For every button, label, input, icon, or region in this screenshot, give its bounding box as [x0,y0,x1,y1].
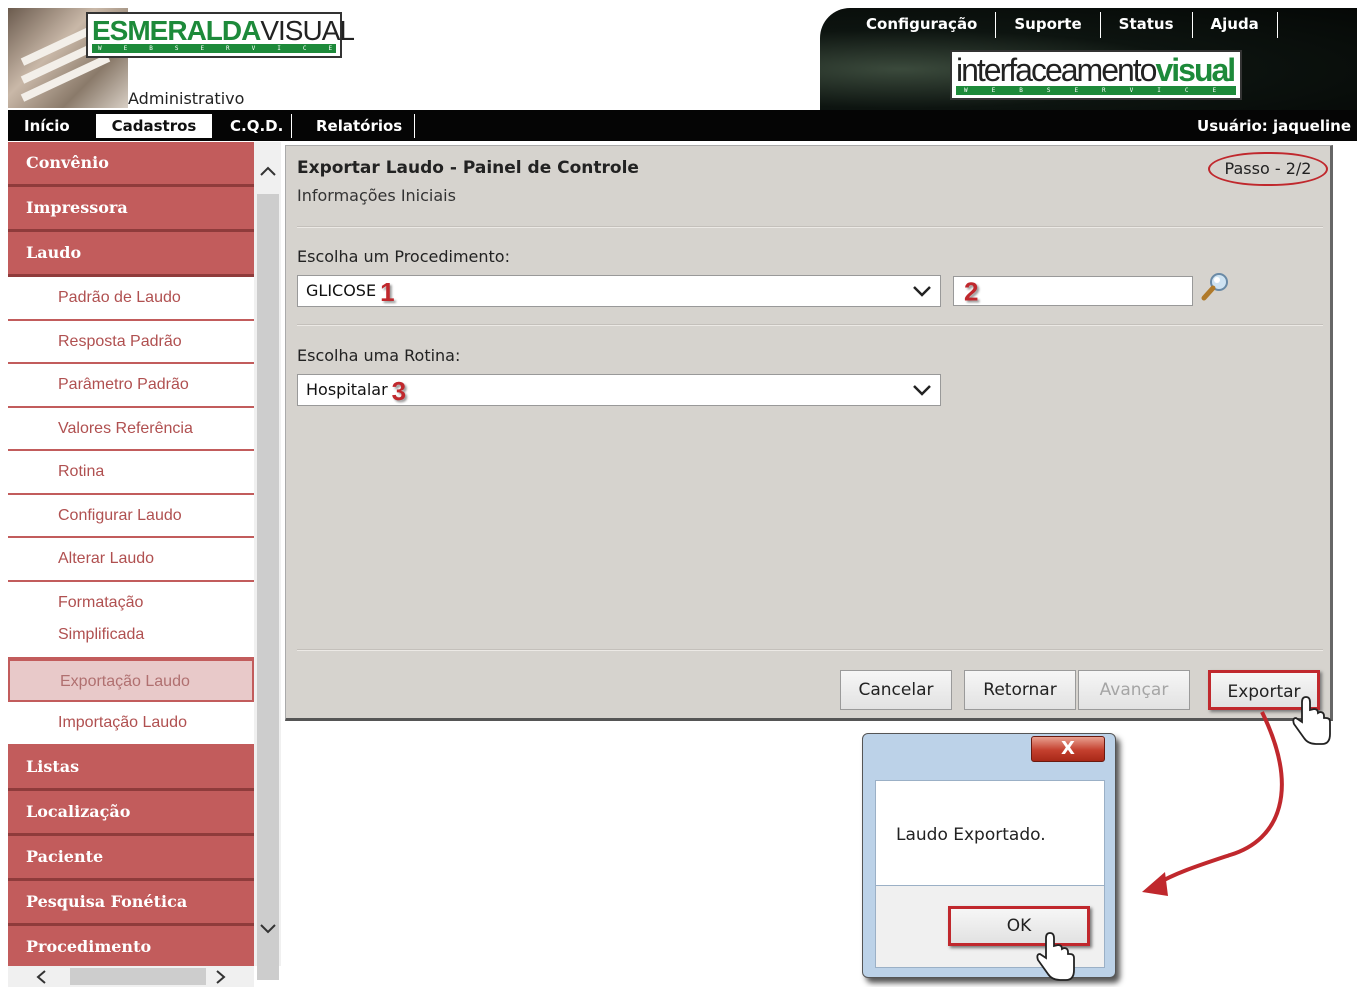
dialog-message: Laudo Exportado. [896,825,1046,845]
link-status[interactable]: Status [1101,12,1193,38]
scrollbar-thumb[interactable] [257,194,279,980]
marker-1: 1 [380,276,395,307]
sidebar-item-convenio[interactable]: Convênio [8,142,254,187]
chevron-left-icon[interactable] [34,969,50,985]
sidebar-subitem-alterar-laudo[interactable]: Alterar Laudo [8,538,254,582]
brand-name-dark: VISUAL [260,15,355,46]
sidebar-subitem-rotina[interactable]: Rotina [8,451,254,495]
arrowhead-icon [1142,872,1168,896]
tab-cadastros[interactable]: Cadastros [96,114,212,138]
sidebar-subitem-resposta-padrao[interactable]: Resposta Padrão [8,321,254,364]
marker-2: 2 [964,276,979,307]
sidebar-item-procedimento[interactable]: Procedimento [8,925,254,966]
sidebar-subitem-parametro-padrao[interactable]: Parâmetro Padrão [8,364,254,408]
annotation-arrow [1153,711,1284,887]
sidebar-item-pesquisa-fonetica[interactable]: Pesquisa Fonética [8,880,254,926]
search-icon[interactable] [1200,270,1232,302]
partner-logo-bold: visual [1155,52,1236,88]
chevron-down-icon[interactable] [258,922,278,936]
link-ajuda[interactable]: Ajuda [1193,12,1278,38]
brand-logo: ESMERALDAVISUAL WEBSERVICE [86,12,355,58]
partner-logo-thin: interfaceamento [956,52,1157,88]
tab-cqd[interactable]: C.Q.D. [222,114,293,138]
section-label: Administrativo [128,89,245,108]
panel-subtitle: Informações Iniciais [297,186,456,205]
sidebar-subitem-formatacao-simplificada[interactable]: Formatação Simplificada [8,582,254,659]
divider [297,649,1323,651]
divider [297,324,1323,326]
procedure-label: Escolha um Procedimento: [297,247,510,266]
sidebar-subitem-exportacao-laudo[interactable]: Exportação Laudo [8,658,254,702]
sidebar-subitem-padrao-laudo[interactable]: Padrão de Laudo [8,277,254,321]
sidebar-scrollbar[interactable] [254,142,281,980]
sidebar-item-localizacao[interactable]: Localização [8,790,254,836]
chevron-down-icon[interactable] [912,384,932,396]
link-configuracao[interactable]: Configuração [860,12,997,38]
partner-logo: interfaceamentovisual WEBSERVICE [950,50,1242,100]
sidebar-item-impressora[interactable]: Impressora [8,187,254,232]
sidebar-hscrollbar[interactable] [8,966,254,987]
sidebar-subitem-valores-referencia[interactable]: Valores Referência [8,408,254,451]
next-button[interactable]: Avançar [1078,670,1190,710]
divider [297,226,1323,228]
sidebar-item-listas[interactable]: Listas [8,745,254,791]
routine-select[interactable]: Hospitalar 3 [297,374,941,406]
marker-3: 3 [391,375,407,406]
tab-relatorios[interactable]: Relatórios [308,114,416,138]
main-nav: Início Cadastros C.Q.D. Relatórios Usuár… [8,110,1357,141]
sidebar-subitem-importacao-laudo[interactable]: Importação Laudo [8,702,254,746]
brand-tagline: WEBSERVICE [92,44,336,53]
header: ESMERALDAVISUAL WEBSERVICE Administrativ… [0,0,1357,110]
dialog-footer: OK [875,886,1105,968]
routine-label: Escolha uma Rotina: [297,346,461,365]
procedure-select[interactable]: GLICOSE 1 [297,275,941,307]
sidebar-item-paciente[interactable]: Paciente [8,835,254,881]
ok-button[interactable]: OK [948,906,1090,946]
sidebar: Convênio Impressora Laudo Padrão de Laud… [8,142,254,966]
link-suporte[interactable]: Suporte [996,12,1101,38]
step-indicator: Passo - 2/2 [1208,152,1328,186]
cancel-button[interactable]: Cancelar [840,670,952,710]
back-button[interactable]: Retornar [964,670,1076,710]
routine-selected-value: Hospitalar [306,380,388,399]
export-panel: Exportar Laudo - Painel de Controle Info… [285,145,1333,721]
chevron-up-icon[interactable] [258,164,278,178]
panel-title: Exportar Laudo - Painel de Controle [297,158,639,178]
export-button[interactable]: Exportar [1208,670,1320,710]
chevron-right-icon[interactable] [212,969,228,985]
brand-name-green: ESMERALDA [92,15,261,46]
procedure-selected-value: GLICOSE [306,281,377,300]
dialog-body: Laudo Exportado. [875,780,1105,886]
sidebar-subitem-configurar-laudo[interactable]: Configurar Laudo [8,495,254,538]
message-dialog: X Laudo Exportado. OK [862,733,1116,978]
close-button[interactable]: X [1031,736,1105,762]
close-icon: X [1061,738,1075,759]
sidebar-item-laudo[interactable]: Laudo [8,232,254,277]
hscrollbar-thumb[interactable] [70,968,206,985]
chevron-down-icon[interactable] [912,285,932,297]
tab-inicio[interactable]: Início [16,114,78,138]
procedure-code-input[interactable]: 2 [953,276,1193,306]
partner-tagline: WEBSERVICE [956,86,1236,95]
user-label: Usuário: jaqueline [1197,117,1351,135]
top-links: Configuração Suporte Status Ajuda [860,12,1278,38]
